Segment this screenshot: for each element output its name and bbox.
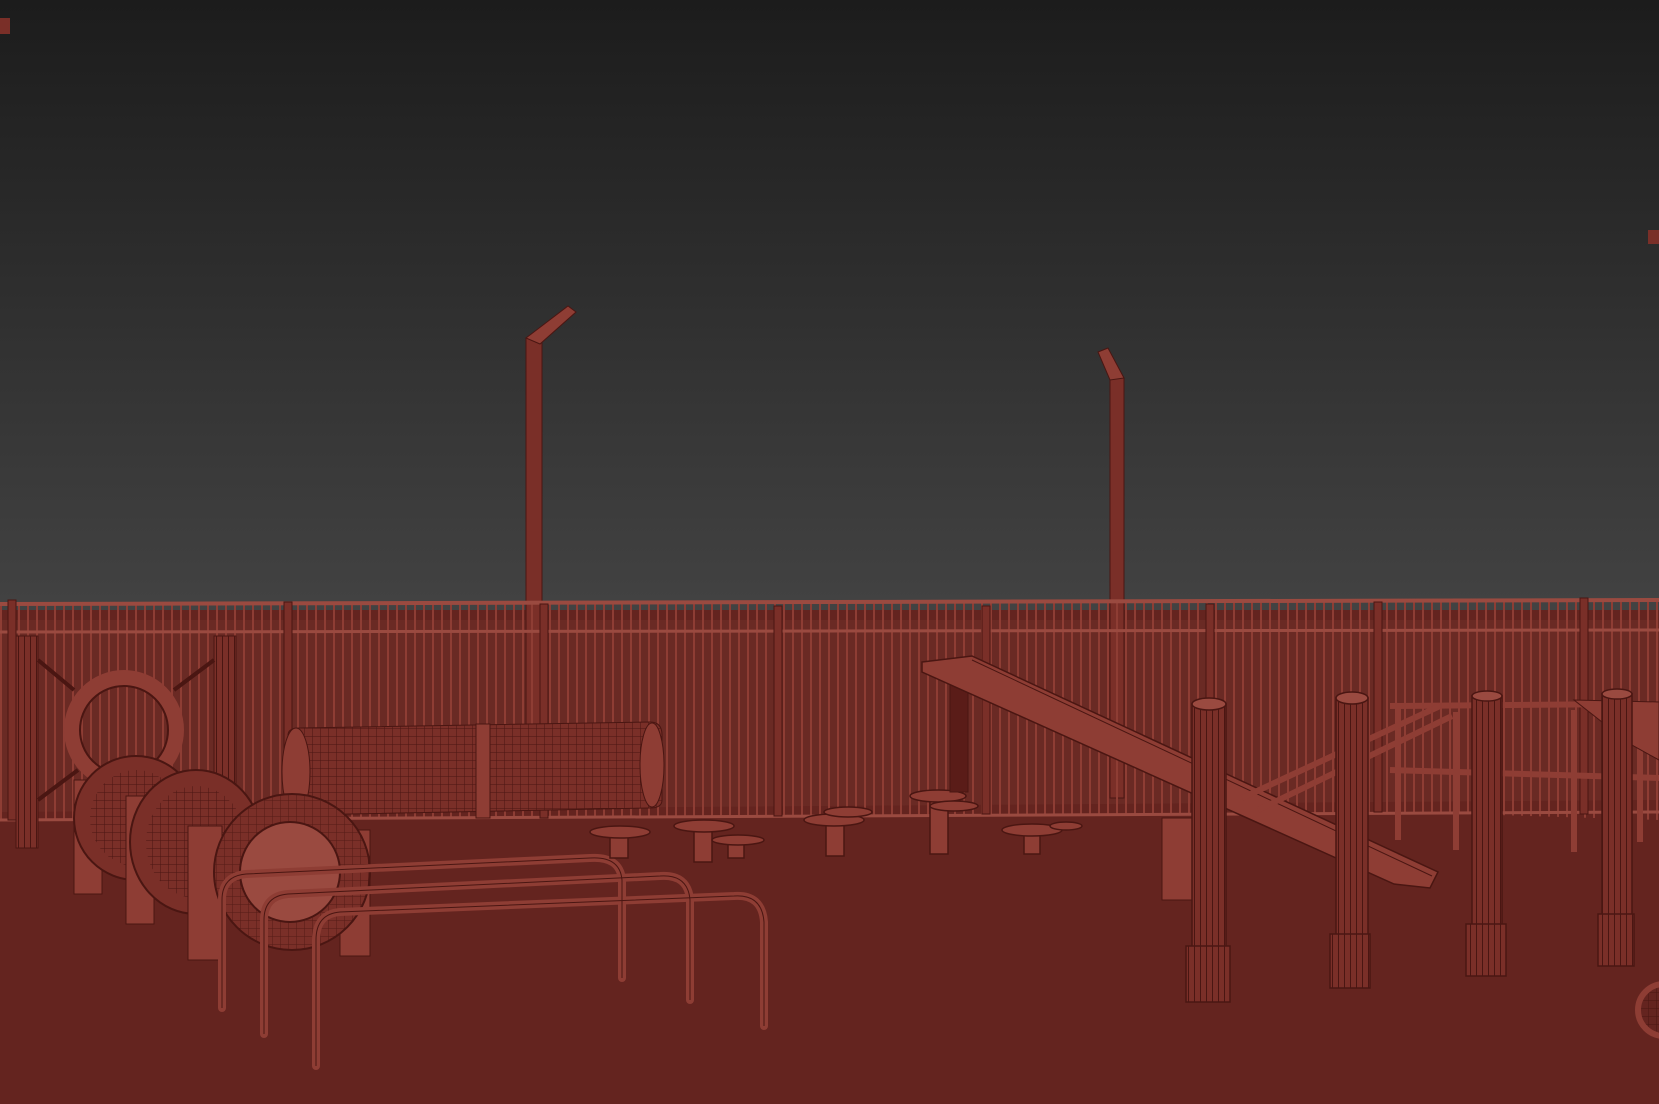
weave-post <box>1329 691 1371 989</box>
electrical-box <box>1161 817 1193 901</box>
sky-background <box>0 0 1659 620</box>
3d-viewport[interactable] <box>0 0 1659 1104</box>
weave-post <box>1597 688 1635 967</box>
scene-render <box>0 0 1659 1104</box>
weave-post <box>1185 697 1231 1003</box>
weave-post <box>1465 690 1507 977</box>
crawl-tunnel <box>281 721 665 819</box>
